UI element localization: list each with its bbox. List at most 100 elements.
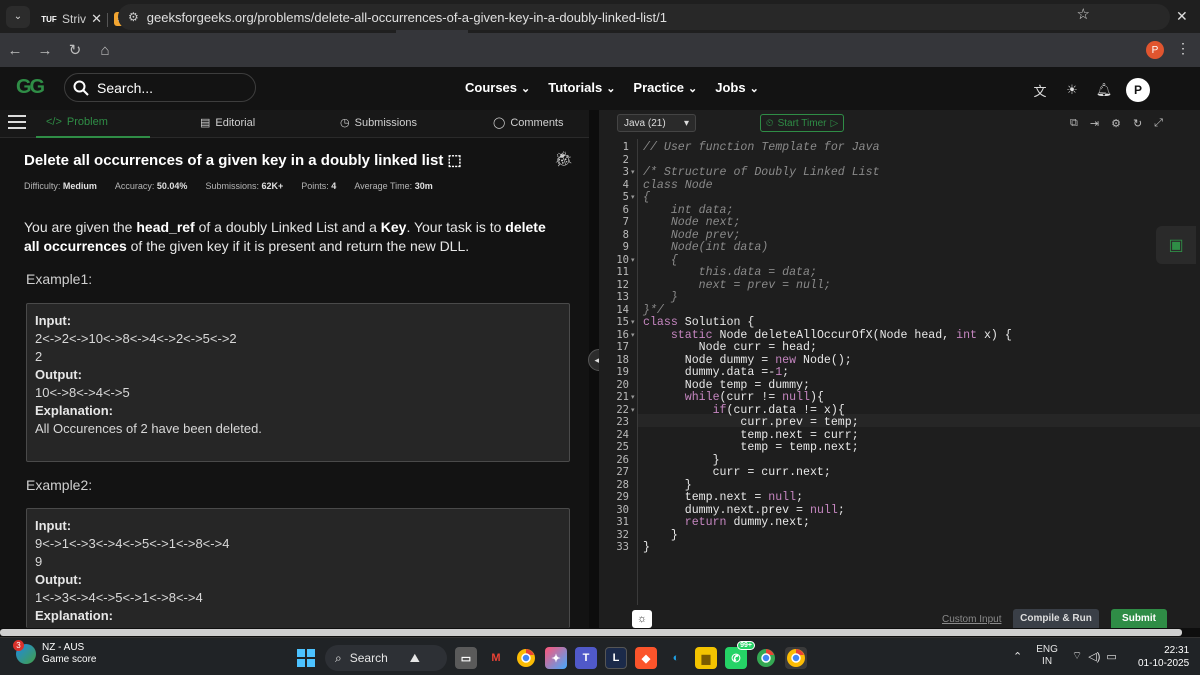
whatsapp-icon[interactable]: ✆ 99+ bbox=[725, 641, 755, 669]
menu-courses[interactable]: Courses ⌄ bbox=[465, 80, 530, 95]
code-line[interactable]: while(curr != null){ bbox=[643, 391, 824, 404]
notification-bell-icon[interactable]: 🔔︎ bbox=[1094, 80, 1114, 100]
code-line[interactable]: }*/ bbox=[643, 304, 664, 317]
tab-search-button[interactable]: ⌄ bbox=[6, 5, 30, 28]
code-line[interactable]: } bbox=[643, 291, 678, 304]
submit-button[interactable]: Submit bbox=[1111, 609, 1167, 628]
code-line[interactable]: } bbox=[643, 454, 720, 467]
battery-icon[interactable]: ▭ bbox=[1106, 650, 1116, 663]
back-button[interactable]: ← bbox=[0, 42, 30, 59]
code-line[interactable]: curr = curr.next; bbox=[643, 466, 831, 479]
user-avatar[interactable]: P bbox=[1126, 78, 1150, 102]
home-icon[interactable]: ⌂ bbox=[90, 42, 120, 59]
browser-menu-icon[interactable]: ⋮ bbox=[1176, 40, 1190, 57]
tab-submissions[interactable]: ◷ Submissions bbox=[340, 116, 417, 130]
bookmark-icon[interactable]: ⬚ bbox=[447, 152, 461, 169]
code-line[interactable]: { bbox=[643, 191, 650, 204]
browser-tab[interactable]: TUF Striv ✕ bbox=[36, 5, 108, 33]
code-line[interactable]: } bbox=[643, 541, 650, 554]
translate-icon[interactable]: 文 bbox=[1030, 80, 1050, 100]
code-line[interactable]: } bbox=[643, 479, 692, 492]
fold-chevron-icon[interactable]: ▾ bbox=[631, 256, 635, 264]
chrome-icon[interactable] bbox=[515, 647, 537, 669]
reset-icon[interactable]: ↻ bbox=[1133, 117, 1142, 130]
edge-icon[interactable]: ◐ bbox=[665, 647, 687, 669]
close-window-button[interactable]: ✕ bbox=[1176, 0, 1188, 33]
compile-run-button[interactable]: Compile & Run bbox=[1013, 609, 1099, 628]
forward-button[interactable]: → bbox=[30, 42, 60, 59]
browser-profile-avatar[interactable]: P bbox=[1146, 41, 1164, 59]
code-line[interactable]: dummy.next.prev = null; bbox=[643, 504, 845, 517]
teams-icon[interactable]: T bbox=[575, 647, 597, 669]
code-line[interactable]: Node prev; bbox=[643, 229, 741, 242]
theme-toggle-icon[interactable]: ☀ bbox=[1062, 80, 1082, 100]
start-timer-button[interactable]: ⏲ Start Timer ▷ bbox=[760, 114, 844, 132]
code-line[interactable]: next = prev = null; bbox=[643, 279, 831, 292]
input-language[interactable]: ENG IN bbox=[1036, 644, 1058, 668]
custom-input-link[interactable]: Custom Input bbox=[942, 614, 1001, 625]
system-clock[interactable]: 22:31 01-10-2025 bbox=[1138, 644, 1189, 670]
volume-icon[interactable]: ◁) bbox=[1088, 650, 1100, 663]
tab-problem[interactable]: </> Problem bbox=[46, 116, 108, 128]
gmail-icon[interactable]: M bbox=[485, 647, 507, 669]
code-line[interactable]: this.data = data; bbox=[643, 266, 817, 279]
fold-chevron-icon[interactable]: ▾ bbox=[631, 318, 635, 326]
close-tab-icon[interactable]: ✕ bbox=[91, 11, 102, 27]
code-line[interactable]: if(curr.data != x){ bbox=[643, 404, 845, 417]
fold-chevron-icon[interactable]: ▾ bbox=[631, 393, 635, 401]
scrollbar-thumb[interactable] bbox=[0, 629, 1182, 636]
code-line[interactable]: static Node deleteAllOccurOfX(Node head,… bbox=[643, 329, 1012, 342]
language-select[interactable]: Java (21) ▾ bbox=[617, 114, 696, 132]
code-line[interactable]: dummy.data =-1; bbox=[643, 366, 789, 379]
brave-icon[interactable]: ◆ bbox=[635, 647, 657, 669]
chat-icon[interactable]: ▣ bbox=[1156, 226, 1196, 264]
hamburger-menu-icon[interactable] bbox=[8, 115, 26, 129]
taskbar-search[interactable]: ⌕ Search ⛰ bbox=[325, 645, 447, 671]
fullscreen-icon[interactable]: ⤢ bbox=[1154, 117, 1163, 130]
wifi-icon[interactable]: ⌔ bbox=[1072, 649, 1082, 663]
code-line[interactable]: curr.prev = temp; bbox=[643, 416, 858, 429]
code-line[interactable]: int data; bbox=[643, 204, 734, 217]
widgets-button[interactable]: 3 NZ - AUS Game score bbox=[13, 640, 96, 666]
code-line[interactable]: Node dummy = new Node(); bbox=[643, 354, 852, 367]
l-app-icon[interactable]: L bbox=[605, 647, 627, 669]
code-line[interactable]: // User function Template for Java bbox=[643, 141, 880, 154]
code-line[interactable]: } bbox=[643, 529, 678, 542]
bookmark-star-icon[interactable]: ☆ bbox=[1077, 5, 1090, 23]
chrome-canary-icon[interactable] bbox=[755, 647, 777, 669]
fold-chevron-icon[interactable]: ▾ bbox=[631, 331, 635, 339]
fold-chevron-icon[interactable]: ▾ bbox=[631, 406, 635, 414]
code-line[interactable]: class Node bbox=[643, 179, 713, 192]
code-line[interactable]: temp = temp.next; bbox=[643, 441, 858, 454]
code-line[interactable]: /* Structure of Doubly Linked List bbox=[643, 166, 880, 179]
code-line[interactable]: Node next; bbox=[643, 216, 741, 229]
menu-jobs[interactable]: Jobs ⌄ bbox=[715, 80, 759, 95]
copilot-icon[interactable]: ✦ bbox=[545, 647, 567, 669]
url-bar[interactable]: ⚙ geeksforgeeks.org/problems/delete-all-… bbox=[118, 4, 1170, 30]
report-bug-icon[interactable]: 🐞︎ bbox=[554, 150, 573, 168]
menu-tutorials[interactable]: Tutorials ⌄ bbox=[548, 80, 615, 95]
show-hidden-icons[interactable]: ⌃ bbox=[1013, 650, 1022, 663]
tab-comments[interactable]: ◯ Comments bbox=[493, 116, 564, 130]
settings-icon[interactable]: ⚙ bbox=[1111, 117, 1121, 130]
gfg-logo[interactable]: GG bbox=[16, 76, 45, 99]
code-line[interactable]: Node(int data) bbox=[643, 241, 768, 254]
chrome-profile-icon[interactable] bbox=[785, 647, 807, 669]
menu-practice[interactable]: Practice ⌄ bbox=[633, 80, 697, 95]
upload-icon[interactable]: ⇥ bbox=[1090, 117, 1099, 130]
code-line[interactable]: class Solution { bbox=[643, 316, 754, 329]
lightbulb-icon[interactable]: ☼ bbox=[632, 610, 652, 628]
fold-chevron-icon[interactable]: ▾ bbox=[631, 193, 635, 201]
tab-editorial[interactable]: ▤ Editorial bbox=[200, 116, 255, 130]
code-line[interactable]: temp.next = curr; bbox=[643, 429, 858, 442]
task-view-icon[interactable]: ▭ bbox=[455, 647, 477, 669]
reload-button[interactable]: ↻ bbox=[60, 41, 90, 59]
code-line[interactable]: return dummy.next; bbox=[643, 516, 810, 529]
file-explorer-icon[interactable]: ▆ bbox=[695, 647, 717, 669]
copy-icon[interactable]: ⧉ bbox=[1070, 117, 1078, 130]
code-line[interactable]: Node temp = dummy; bbox=[643, 379, 810, 392]
code-line[interactable]: { bbox=[643, 254, 678, 267]
code-line[interactable]: Node curr = head; bbox=[643, 341, 817, 354]
site-info-icon[interactable]: ⚙ bbox=[128, 10, 139, 24]
horizontal-scrollbar[interactable] bbox=[0, 628, 1200, 637]
